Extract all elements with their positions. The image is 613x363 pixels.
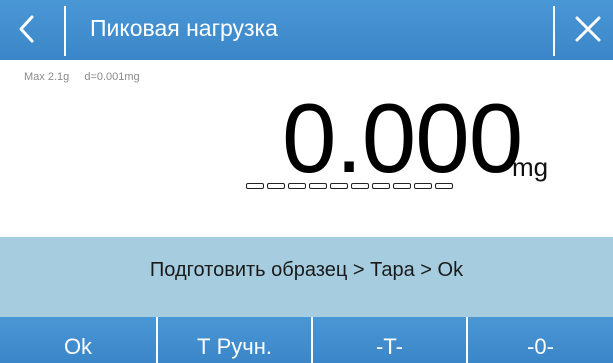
zero-button[interactable]: -0-: [466, 317, 613, 363]
back-button[interactable]: [2, 6, 52, 56]
scale-specs: Max 2.1g d=0.001mg: [24, 71, 152, 83]
readability: d=0.001mg: [84, 71, 140, 83]
weight-readout: 0.000: [282, 83, 523, 193]
capacity-bargraph: [246, 183, 453, 189]
header-divider: [553, 6, 555, 56]
bargraph-segment: [351, 183, 369, 189]
header-bar: Пиковая нагрузка: [0, 0, 613, 60]
footer-toolbar: Ok Т Ручн. -T- -0-: [0, 317, 613, 363]
weight-unit: mg: [512, 152, 549, 182]
bargraph-segment: [288, 183, 306, 189]
header-divider: [64, 6, 66, 56]
bargraph-segment: [372, 183, 390, 189]
bargraph-segment: [309, 183, 327, 189]
bargraph-segment: [330, 183, 348, 189]
bargraph-segment: [246, 183, 264, 189]
close-button[interactable]: [563, 6, 613, 56]
tare-button[interactable]: -T-: [311, 317, 466, 363]
ok-button[interactable]: Ok: [0, 317, 156, 363]
bargraph-segment: [435, 183, 453, 189]
page-title: Пиковая нагрузка: [90, 15, 278, 41]
chevron-left-icon: [16, 14, 38, 49]
message-panel: Подготовить образец > Тара > Ok: [0, 237, 613, 317]
max-capacity: Max 2.1g: [24, 71, 70, 83]
manual-tare-button[interactable]: Т Ручн.: [156, 317, 311, 363]
bargraph-segment: [414, 183, 432, 189]
close-icon: [573, 14, 603, 49]
instruction-message: Подготовить образец > Тара > Ok: [149, 259, 464, 281]
bargraph-segment: [267, 183, 285, 189]
bargraph-segment: [393, 183, 411, 189]
